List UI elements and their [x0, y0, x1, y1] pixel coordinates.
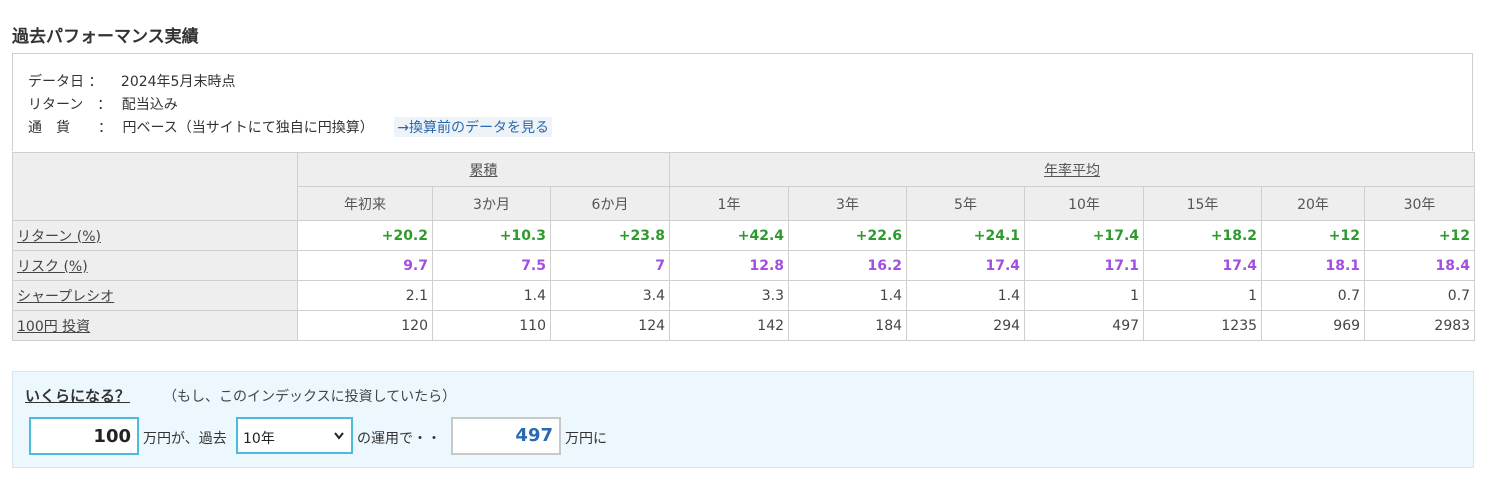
table-row-risk: リスク (%) 9.7 7.5 7 12.8 16.2 17.4 17.1 17…	[12, 250, 1476, 281]
currency-label: 通 貨 ：	[28, 120, 112, 136]
table-cell: 142	[669, 310, 790, 341]
currency-value: 円ベース（当サイトにて独自に円換算）	[122, 120, 374, 136]
operation-text: の運用で・・	[357, 431, 441, 447]
risk-row-link[interactable]: リスク (%)	[17, 259, 88, 275]
table-cell: +10.3	[432, 220, 551, 251]
table-cell: +20.2	[297, 220, 433, 251]
amount-suffix-text: 万円が、過去	[143, 431, 227, 447]
table-cell: 2.1	[297, 280, 433, 311]
table-cell: 18.1	[1261, 250, 1366, 281]
period-header: 6か月	[549, 186, 671, 221]
table-cell: 1.4	[906, 280, 1026, 311]
table-cell: +12	[1364, 220, 1476, 251]
investment-calculator: いくらになる？ （もし、このインデックスに投資していたら） 万円が、過去 10年…	[12, 371, 1474, 468]
row-label-cell: リスク (%)	[12, 250, 298, 281]
table-cell: +24.1	[906, 220, 1026, 251]
table-cell: 18.4	[1364, 250, 1476, 281]
calculator-note: （もし、このインデックスに投資していたら）	[163, 389, 457, 405]
table-cell: 1235	[1143, 310, 1263, 341]
table-cell: 969	[1261, 310, 1366, 341]
chevron-down-icon	[333, 425, 345, 451]
table-cell: 184	[788, 310, 908, 341]
table-cell: 12.8	[669, 250, 790, 281]
period-select[interactable]: 10年	[236, 417, 353, 454]
table-cell: 0.7	[1261, 280, 1366, 311]
cumulative-header-label[interactable]: 累積	[470, 163, 498, 179]
table-cell: 7	[549, 250, 671, 281]
table-row-invest100: 100円 投資 120 110 124 142 184 294 497 1235…	[12, 310, 1476, 341]
table-cell: 110	[432, 310, 551, 341]
table-cell: 120	[297, 310, 433, 341]
table-cell: 9.7	[297, 250, 433, 281]
table-cell: +12	[1261, 220, 1366, 251]
period-header: 30年	[1364, 186, 1476, 221]
table-cell: 1	[1024, 280, 1145, 311]
row-label-cell: 100円 投資	[12, 310, 298, 341]
annualized-header: 年率平均	[669, 152, 1476, 187]
invest100-row-link[interactable]: 100円 投資	[17, 319, 90, 335]
table-cell: 1.4	[432, 280, 551, 311]
table-cell: +22.6	[788, 220, 908, 251]
table-cell: 17.4	[906, 250, 1026, 281]
return-row-link[interactable]: リターン (%)	[17, 229, 101, 245]
row-label-cell: リターン (%)	[12, 220, 298, 251]
table-corner	[12, 152, 298, 221]
table-cell: 17.4	[1143, 250, 1263, 281]
annualized-header-label[interactable]: 年率平均	[1044, 163, 1100, 179]
table-cell: 124	[549, 310, 671, 341]
table-cell: 3.3	[669, 280, 790, 311]
period-header: 20年	[1261, 186, 1366, 221]
table-cell: 1.4	[788, 280, 908, 311]
table-cell: +42.4	[669, 220, 790, 251]
table-row-sharpe: シャープレシオ 2.1 1.4 3.4 3.3 1.4 1.4 1 1 0.7 …	[12, 280, 1476, 311]
row-label-cell: シャープレシオ	[12, 280, 298, 311]
table-cell: +18.2	[1143, 220, 1263, 251]
period-header: 年初来	[297, 186, 433, 221]
table-cell: 2983	[1364, 310, 1476, 341]
original-data-link[interactable]: →換算前のデータを見る	[394, 117, 552, 137]
amount-input[interactable]	[29, 417, 139, 455]
period-header: 1年	[669, 186, 790, 221]
page-title: 過去パフォーマンス実績	[12, 27, 199, 47]
table-cell: 17.1	[1024, 250, 1145, 281]
table-cell: 0.7	[1364, 280, 1476, 311]
return-label: リターン ：	[28, 97, 112, 113]
table-cell: 3.4	[549, 280, 671, 311]
period-select-value: 10年	[243, 431, 275, 447]
period-header: 3か月	[432, 186, 551, 221]
return-value: 配当込み	[121, 97, 178, 113]
table-cell: 16.2	[788, 250, 908, 281]
table-cell: 497	[1024, 310, 1145, 341]
data-date-row: データ日 ： 2024年5月末時点	[28, 71, 235, 91]
table-cell: +17.4	[1024, 220, 1145, 251]
calculator-title[interactable]: いくらになる？	[25, 385, 130, 406]
table-row-return: リターン (%) +20.2 +10.3 +23.8 +42.4 +22.6 +…	[12, 220, 1476, 251]
result-suffix-text: 万円に	[565, 431, 607, 447]
period-header: 10年	[1024, 186, 1145, 221]
currency-row: 通 貨 ： 円ベース（当サイトにて独自に円換算） →換算前のデータを見る	[28, 117, 552, 137]
period-header: 5年	[906, 186, 1026, 221]
table-cell: +23.8	[549, 220, 671, 251]
info-panel: データ日 ： 2024年5月末時点 リターン ： 配当込み 通 貨 ： 円ベース…	[12, 53, 1473, 151]
result-value: 497	[451, 417, 561, 455]
data-date-label: データ日 ：	[28, 74, 103, 90]
cumulative-header: 累積	[296, 152, 671, 187]
return-row: リターン ： 配当込み	[28, 94, 178, 114]
sharpe-row-link[interactable]: シャープレシオ	[17, 289, 114, 305]
period-header: 15年	[1143, 186, 1263, 221]
period-header: 3年	[788, 186, 908, 221]
performance-table: 累積 年率平均 年初来 3か月 6か月 1年 3年 5年 10年 15年 20年…	[12, 152, 1476, 341]
table-cell: 294	[906, 310, 1026, 341]
table-cell: 7.5	[432, 250, 551, 281]
data-date-value: 2024年5月末時点	[120, 74, 236, 90]
table-cell: 1	[1143, 280, 1263, 311]
